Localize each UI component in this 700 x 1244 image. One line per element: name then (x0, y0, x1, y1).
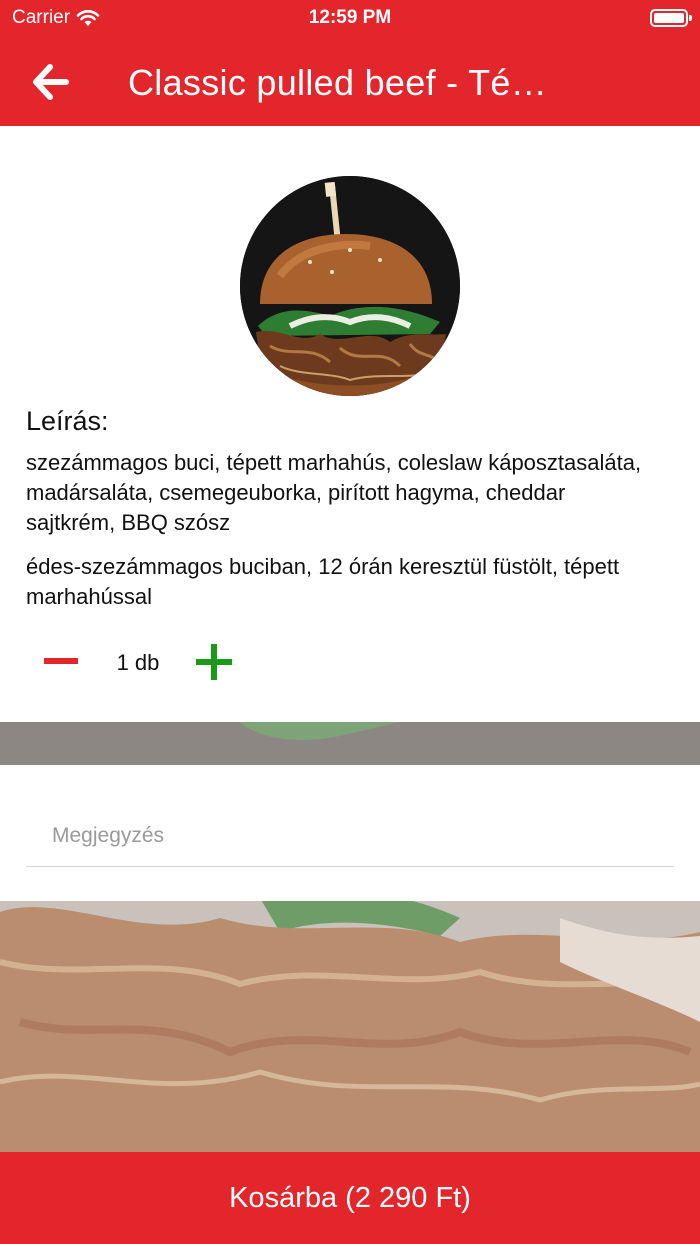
note-input[interactable] (26, 805, 674, 867)
battery-icon (650, 9, 692, 27)
description-text: szezámmagos buci, tépett marhahús, coles… (26, 450, 642, 535)
page-title: Classic pulled beef - Té… (128, 62, 548, 103)
description-extra: édes-szezámmagos buciban, 12 órán keresz… (26, 554, 620, 609)
arrow-left-icon (33, 64, 69, 100)
product-card: Leírás: szezámmagos buci, tépett marhahú… (0, 126, 700, 722)
add-to-cart-button[interactable]: Kosárba (2 290 Ft) (0, 1152, 700, 1244)
quantity-stepper: 1 db (0, 636, 300, 686)
product-image (240, 176, 460, 396)
note-panel (0, 765, 700, 901)
status-time: 12:59 PM (308, 7, 392, 28)
plus-icon[interactable] (196, 644, 232, 680)
quantity-value: 1 db (116, 650, 160, 675)
nav-bar: Classic pulled beef - Té… (0, 36, 700, 126)
minus-icon[interactable] (44, 650, 78, 672)
status-bar: Carrier 12:59 PM (0, 0, 700, 36)
back-button[interactable] (32, 64, 72, 100)
description-heading: Leírás: (26, 406, 109, 436)
